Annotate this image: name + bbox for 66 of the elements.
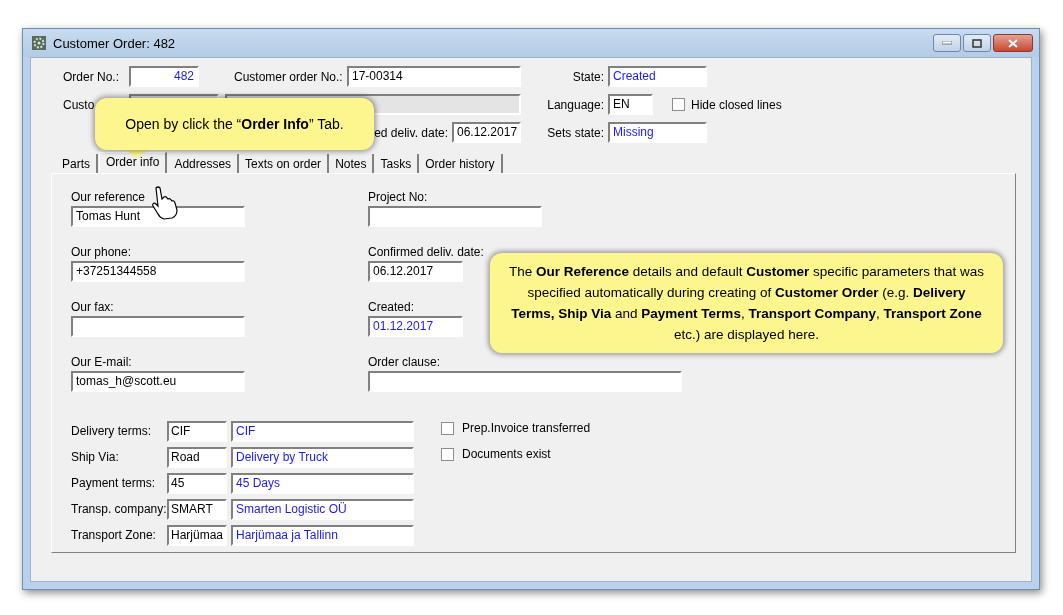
- field-label: Language:: [546, 97, 604, 112]
- maximize-icon: [972, 38, 982, 48]
- tab[interactable]: Tasks: [374, 154, 420, 173]
- field-label: Delivery terms:: [71, 424, 152, 438]
- app-icon: [31, 35, 47, 51]
- input-field[interactable]: SMART: [167, 498, 227, 520]
- field-label: ed deliv. date:: [373, 125, 448, 140]
- input-field[interactable]: Smarten Logistic OÜ: [231, 498, 414, 520]
- checkbox[interactable]: [672, 98, 685, 111]
- input-field[interactable]: 06.12.2017: [452, 122, 521, 143]
- field-label: State:: [571, 69, 604, 84]
- input-field[interactable]: 45: [167, 472, 227, 494]
- tab[interactable]: Order history: [419, 154, 503, 173]
- input-field[interactable]: Road: [167, 446, 227, 468]
- input-field[interactable]: Harjümaa ja Tallinn: [231, 524, 414, 546]
- field-label: Customer order No.:: [234, 69, 344, 84]
- tab[interactable]: Texts on order: [239, 154, 330, 173]
- window-title: Customer Order: 482: [53, 35, 177, 51]
- field-label: Confirmed deliv. date:: [368, 245, 485, 259]
- callout-tooltip: The Our Reference details and default Customer specific parameters that was specified automatically during creating of Customer Order (e.g. Delivery Terms, Ship Via and Payment Terms, Transport Company, Transport Zone etc.) are displayed here.: [490, 253, 1003, 353]
- close-button[interactable]: [993, 34, 1033, 52]
- field-label: Our reference: [71, 190, 147, 204]
- checkbox[interactable]: [441, 447, 454, 461]
- input-field[interactable]: 01.12.2017: [368, 316, 463, 337]
- input-field[interactable]: EN: [608, 94, 653, 115]
- input-field[interactable]: 06.12.2017: [368, 261, 463, 282]
- input-field[interactable]: +37251344558: [71, 261, 245, 282]
- field-label: Transp. company:: [71, 502, 167, 516]
- maximize-button[interactable]: [963, 34, 991, 52]
- tab[interactable]: Addresses: [168, 154, 240, 173]
- field-label: Created:: [368, 300, 416, 314]
- input-field[interactable]: CIF: [167, 420, 227, 442]
- input-field[interactable]: [368, 206, 542, 227]
- tab[interactable]: Order info: [99, 152, 168, 173]
- field-label: Our phone:: [71, 245, 133, 259]
- input-field[interactable]: 17-00314: [347, 66, 521, 87]
- field-label: Payment terms:: [71, 476, 157, 490]
- field-label: Order clause:: [368, 355, 442, 369]
- close-icon: [1008, 38, 1018, 48]
- input-field[interactable]: [71, 316, 245, 337]
- input-field[interactable]: Tomas Hunt: [71, 206, 245, 227]
- field-label: Project No:: [368, 190, 429, 204]
- checkbox-label: Hide closed lines: [691, 97, 783, 112]
- input-field[interactable]: Missing: [608, 122, 707, 143]
- input-field[interactable]: 45 Days: [231, 472, 414, 494]
- input-field[interactable]: tomas_h@scott.eu: [71, 371, 245, 392]
- field-label: Order No.:: [63, 69, 120, 84]
- input-field[interactable]: Harjümaa: [167, 524, 227, 546]
- input-field[interactable]: [368, 371, 682, 392]
- field-label: Ship Via:: [71, 450, 120, 464]
- field-label: Sets state:: [546, 125, 604, 140]
- field-label: Custo: [63, 97, 96, 112]
- hand-cursor-icon: [150, 186, 180, 220]
- input-field[interactable]: CIF: [231, 420, 414, 442]
- checkbox-label: Prep.Invoice transferred: [462, 421, 592, 435]
- tab[interactable]: Notes: [329, 154, 375, 173]
- field-label: Transport Zone:: [71, 528, 157, 542]
- minimize-icon: [942, 41, 952, 45]
- field-label: Our E-mail:: [71, 355, 133, 369]
- input-field[interactable]: 482: [129, 66, 199, 87]
- field-label: Our fax:: [71, 300, 115, 314]
- checkbox-label: Documents exist: [462, 447, 552, 461]
- checkbox[interactable]: [441, 421, 454, 435]
- minimize-button[interactable]: [933, 34, 961, 52]
- input-field[interactable]: Created: [608, 66, 707, 87]
- input-field[interactable]: Delivery by Truck: [231, 446, 414, 468]
